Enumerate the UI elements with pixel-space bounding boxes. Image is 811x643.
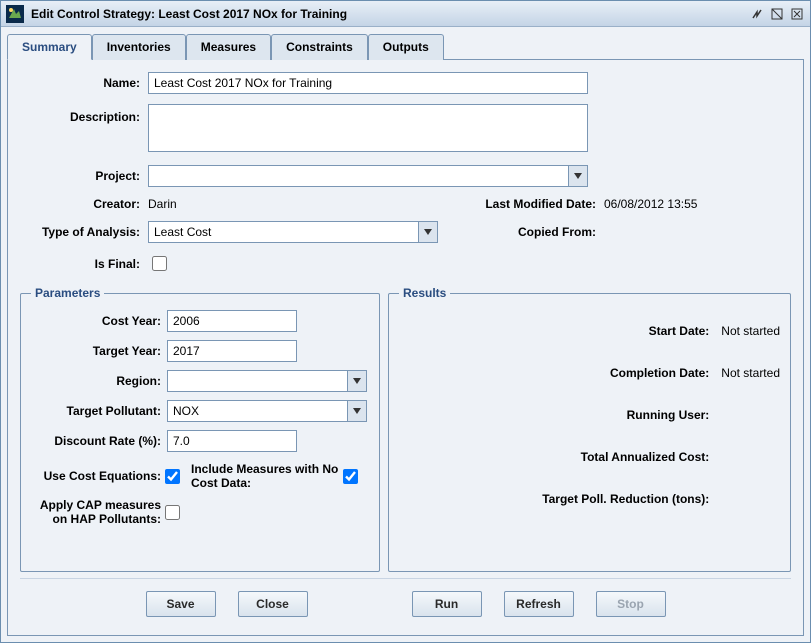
apply-cap-label: Apply CAP measures on HAP Pollutants: <box>31 498 161 527</box>
completion-date-label: Completion Date: <box>399 366 709 380</box>
name-label: Name: <box>20 76 140 90</box>
description-label: Description: <box>20 104 140 124</box>
top-form: Name: Description: Project: <box>20 72 791 274</box>
tab-outputs[interactable]: Outputs <box>368 34 444 60</box>
project-input[interactable] <box>148 165 568 187</box>
type-analysis-input[interactable] <box>148 221 418 243</box>
apply-cap-checkbox[interactable] <box>165 505 180 520</box>
discount-rate-input[interactable] <box>167 430 297 452</box>
maximize-icon[interactable] <box>768 5 786 23</box>
target-pollutant-label: Target Pollutant: <box>31 404 161 418</box>
completion-date-value: Not started <box>721 366 780 380</box>
type-analysis-combo[interactable] <box>148 221 438 243</box>
type-analysis-label: Type of Analysis: <box>20 225 140 239</box>
cost-year-input[interactable] <box>167 310 297 332</box>
creator-value: Darin <box>148 197 438 211</box>
tab-summary[interactable]: Summary <box>7 34 92 60</box>
fieldsets-row: Parameters Cost Year: Target Year: Regio… <box>20 286 791 572</box>
tab-constraints[interactable]: Constraints <box>271 34 368 60</box>
name-input[interactable] <box>148 72 588 94</box>
include-measures-checkbox[interactable] <box>343 469 358 484</box>
running-user-label: Running User: <box>399 408 709 422</box>
last-modified-label: Last Modified Date: <box>446 197 596 211</box>
use-cost-eq-label: Use Cost Equations: <box>31 469 161 483</box>
chevron-down-icon[interactable] <box>568 165 588 187</box>
is-final-checkbox[interactable] <box>152 256 167 271</box>
cost-year-label: Cost Year: <box>31 314 161 328</box>
app-icon <box>5 4 25 24</box>
results-legend: Results <box>399 286 450 300</box>
tab-measures[interactable]: Measures <box>186 34 271 60</box>
tabbar: Summary Inventories Measures Constraints… <box>7 33 804 60</box>
close-icon[interactable] <box>788 5 806 23</box>
tab-panel-summary: Name: Description: Project: <box>7 60 804 636</box>
window-frame: Edit Control Strategy: Least Cost 2017 N… <box>0 0 811 643</box>
button-bar: Save Close Run Refresh Stop <box>20 578 791 623</box>
run-button[interactable]: Run <box>412 591 482 617</box>
description-input[interactable] <box>148 104 588 152</box>
target-reduction-label: Target Poll. Reduction (tons): <box>399 492 709 506</box>
chevron-down-icon[interactable] <box>418 221 438 243</box>
target-pollutant-input[interactable] <box>167 400 347 422</box>
last-modified-value: 06/08/2012 13:55 <box>604 197 791 211</box>
save-button[interactable]: Save <box>146 591 216 617</box>
iconify-icon[interactable] <box>748 5 766 23</box>
parameters-fieldset: Parameters Cost Year: Target Year: Regio… <box>20 286 380 572</box>
use-cost-eq-checkbox[interactable] <box>165 469 180 484</box>
region-combo[interactable] <box>167 370 367 392</box>
region-label: Region: <box>31 374 161 388</box>
target-pollutant-combo[interactable] <box>167 400 367 422</box>
refresh-button[interactable]: Refresh <box>504 591 574 617</box>
titlebar: Edit Control Strategy: Least Cost 2017 N… <box>1 1 810 27</box>
project-label: Project: <box>20 169 140 183</box>
results-fieldset: Results Start Date: Not started Completi… <box>388 286 791 572</box>
copied-from-label: Copied From: <box>446 225 596 239</box>
window-title: Edit Control Strategy: Least Cost 2017 N… <box>31 7 746 21</box>
chevron-down-icon[interactable] <box>347 370 367 392</box>
discount-rate-label: Discount Rate (%): <box>31 434 161 448</box>
chevron-down-icon[interactable] <box>347 400 367 422</box>
project-combo[interactable] <box>148 165 588 187</box>
target-year-label: Target Year: <box>31 344 161 358</box>
stop-button[interactable]: Stop <box>596 591 666 617</box>
include-measures-label: Include Measures with No Cost Data: <box>191 462 339 490</box>
total-cost-label: Total Annualized Cost: <box>399 450 709 464</box>
start-date-label: Start Date: <box>399 324 709 338</box>
close-button[interactable]: Close <box>238 591 308 617</box>
parameters-legend: Parameters <box>31 286 104 300</box>
creator-label: Creator: <box>20 197 140 211</box>
tab-inventories[interactable]: Inventories <box>92 34 186 60</box>
content-area: Summary Inventories Measures Constraints… <box>1 27 810 642</box>
region-input[interactable] <box>167 370 347 392</box>
start-date-value: Not started <box>721 324 780 338</box>
is-final-label: Is Final: <box>20 257 140 271</box>
target-year-input[interactable] <box>167 340 297 362</box>
